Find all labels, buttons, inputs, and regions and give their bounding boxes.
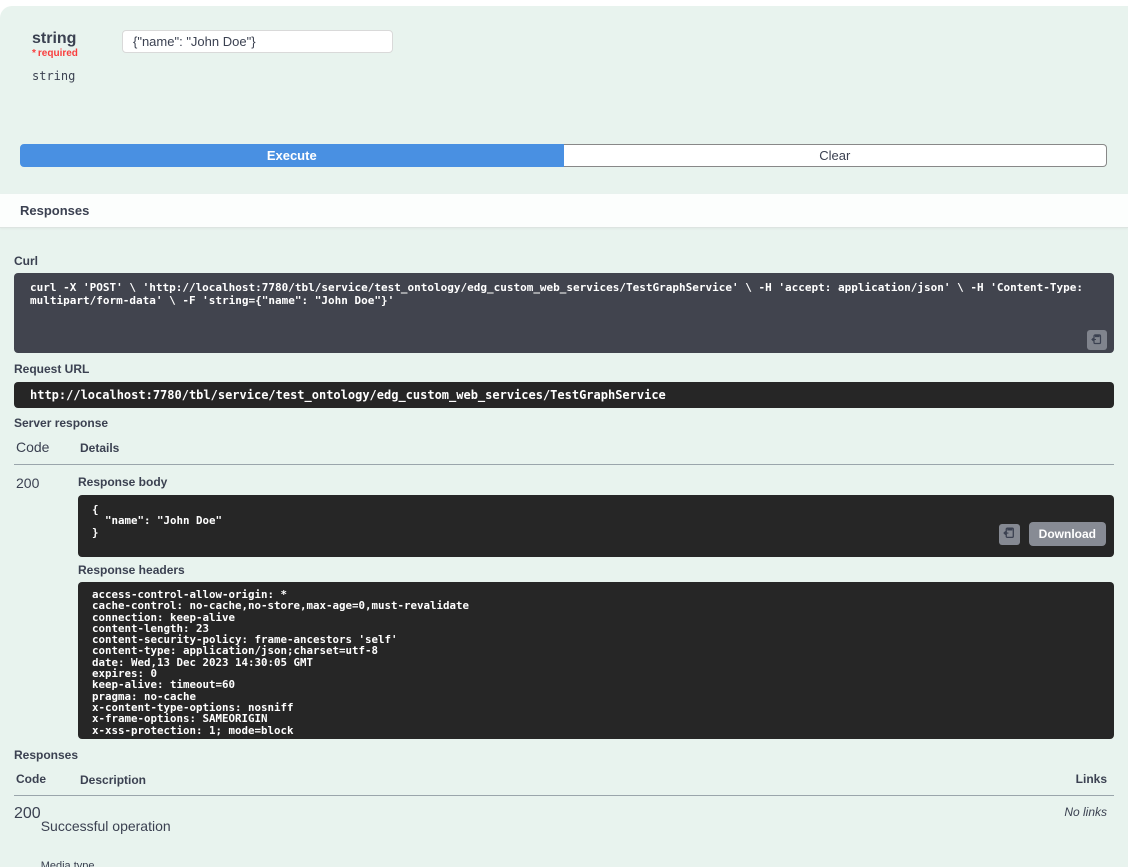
curl-label: Curl [14,254,1114,268]
download-button[interactable]: Download [1029,522,1106,546]
response-description: Successful operation [41,818,1065,834]
response-body-text: { "name": "John Doe" } [92,504,1100,538]
response-body-label: Response body [78,475,1114,489]
curl-command-text: curl -X 'POST' \ 'http://localhost:7780/… [30,281,1098,307]
documented-response-row: 200 Successful operation Media type appl… [14,796,1114,867]
execute-row: Execute Clear [20,144,1107,167]
media-type-label: Media type [41,860,1065,867]
server-response-details: Response body { "name": "John Doe" } [78,475,1114,739]
request-url-label: Request URL [14,362,1114,376]
server-response-label: Server response [14,416,1114,430]
responses-section-header: Responses [0,194,1128,228]
parameters-section: string *required string [0,6,1128,83]
response-body-block: { "name": "John Doe" } Downl [78,495,1114,557]
responses-section-title: Responses [20,203,89,218]
server-response-table-header: Code Details [14,439,1114,465]
response-headers-label: Response headers [78,563,1114,577]
description-column-header: Description [80,772,1076,787]
response-headers-block: access-control-allow-origin: * cache-con… [78,582,1114,739]
parameter-type: string [32,69,122,83]
request-url-block: http://localhost:7780/tbl/service/test_o… [14,382,1114,408]
documented-responses-label: Responses [14,748,1114,762]
parameter-required-marker: *required [32,48,78,59]
links-column-header: Links [1076,772,1107,787]
post-operation-block: string *required string Execute Clear Re… [0,6,1128,867]
server-response-status-code: 200 [14,475,78,739]
response-body-controls: Download [999,522,1106,546]
parameter-name: string [32,30,76,47]
response-links: No links [1064,805,1114,867]
response-headers-text: access-control-allow-origin: * cache-con… [92,589,1100,736]
code-column-header: Code [16,772,80,787]
copy-response-button[interactable] [999,524,1020,545]
clear-button[interactable]: Clear [564,144,1108,167]
documented-response-code: 200 [14,805,41,867]
clipboard-icon [1003,526,1016,542]
server-response-row: 200 Response body { "name": "John Doe" } [14,465,1114,739]
clipboard-icon [1091,333,1103,348]
details-column-header: Details [80,439,1114,455]
execute-button[interactable]: Execute [20,144,564,167]
request-url-text: http://localhost:7780/tbl/service/test_o… [30,388,1098,402]
parameter-value-input[interactable] [122,30,393,53]
copy-curl-button[interactable] [1087,330,1107,350]
documented-response-description-cell: Successful operation Media type applicat… [41,805,1065,867]
code-column-header: Code [16,439,80,455]
parameter-name-column: string *required string [32,30,122,83]
curl-command-block: curl -X 'POST' \ 'http://localhost:7780/… [14,273,1114,353]
documented-responses-table-header: Code Description Links [14,772,1114,796]
